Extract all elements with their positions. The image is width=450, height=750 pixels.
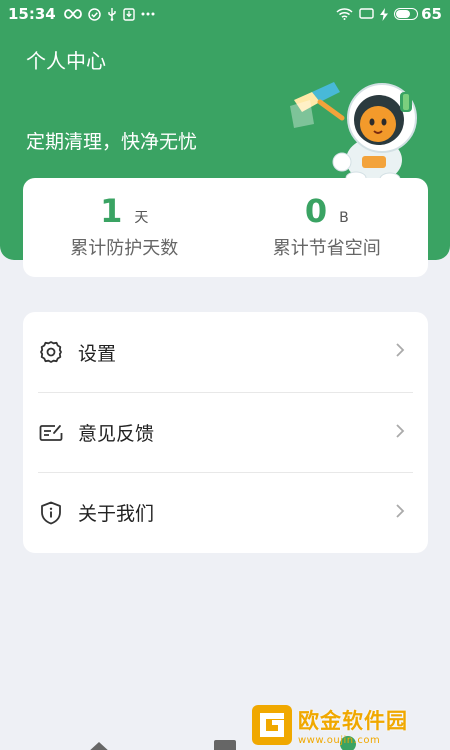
chevron-right-icon (395, 423, 405, 443)
battery-level: 65 (421, 5, 442, 23)
stat-protection-days: 1 天 累计防护天数 (23, 178, 226, 277)
status-time: 15:34 (8, 5, 56, 23)
watermark: 欧金软件园 www.oujin.com (250, 700, 450, 750)
menu-item-settings[interactable]: 设置 (38, 312, 413, 392)
screen-icon (359, 8, 374, 20)
watermark-title: 欧金软件园 (298, 708, 408, 733)
stat-space-saved: 0 B 累计节省空间 (226, 178, 429, 277)
menu-label: 设置 (78, 342, 117, 365)
stat-value: 1 (100, 192, 123, 230)
check-circle-icon (88, 7, 101, 21)
usb-icon (107, 7, 117, 21)
stat-label: 累计防护天数 (70, 238, 179, 259)
stat-label: 累计节省空间 (272, 238, 381, 259)
menu-card: 设置 意见反馈 关于我们 (23, 312, 428, 553)
battery-icon: 65 (394, 5, 442, 23)
wifi-icon (336, 8, 353, 20)
info-shield-icon (38, 500, 64, 526)
page-title: 个人中心 (26, 49, 106, 73)
chevron-right-icon (395, 342, 405, 362)
toolbox-tab-icon[interactable] (214, 740, 236, 750)
astronaut-mascot-icon (290, 82, 417, 185)
charging-icon (380, 7, 389, 21)
watermark-logo-icon (252, 705, 292, 745)
status-bar: 15:34 65 (0, 0, 450, 28)
infinity-icon (63, 9, 82, 19)
menu-item-feedback[interactable]: 意见反馈 (38, 392, 413, 472)
chevron-right-icon (395, 503, 405, 523)
gear-icon (38, 339, 64, 365)
menu-label: 意见反馈 (78, 423, 155, 445)
header-slogan: 定期清理，快净无忧 (26, 131, 198, 153)
feedback-icon (38, 420, 64, 446)
menu-label: 关于我们 (78, 503, 155, 525)
home-tab-icon[interactable] (84, 738, 114, 750)
download-icon (123, 7, 135, 21)
more-dots-icon (141, 12, 155, 16)
stats-card: 1 天 累计防护天数 0 B 累计节省空间 (23, 178, 428, 277)
watermark-url: www.oujin.com (298, 734, 381, 746)
stat-unit: 天 (134, 210, 149, 226)
stat-unit: B (339, 210, 349, 226)
menu-item-about[interactable]: 关于我们 (38, 472, 413, 552)
stat-value: 0 (304, 192, 328, 230)
